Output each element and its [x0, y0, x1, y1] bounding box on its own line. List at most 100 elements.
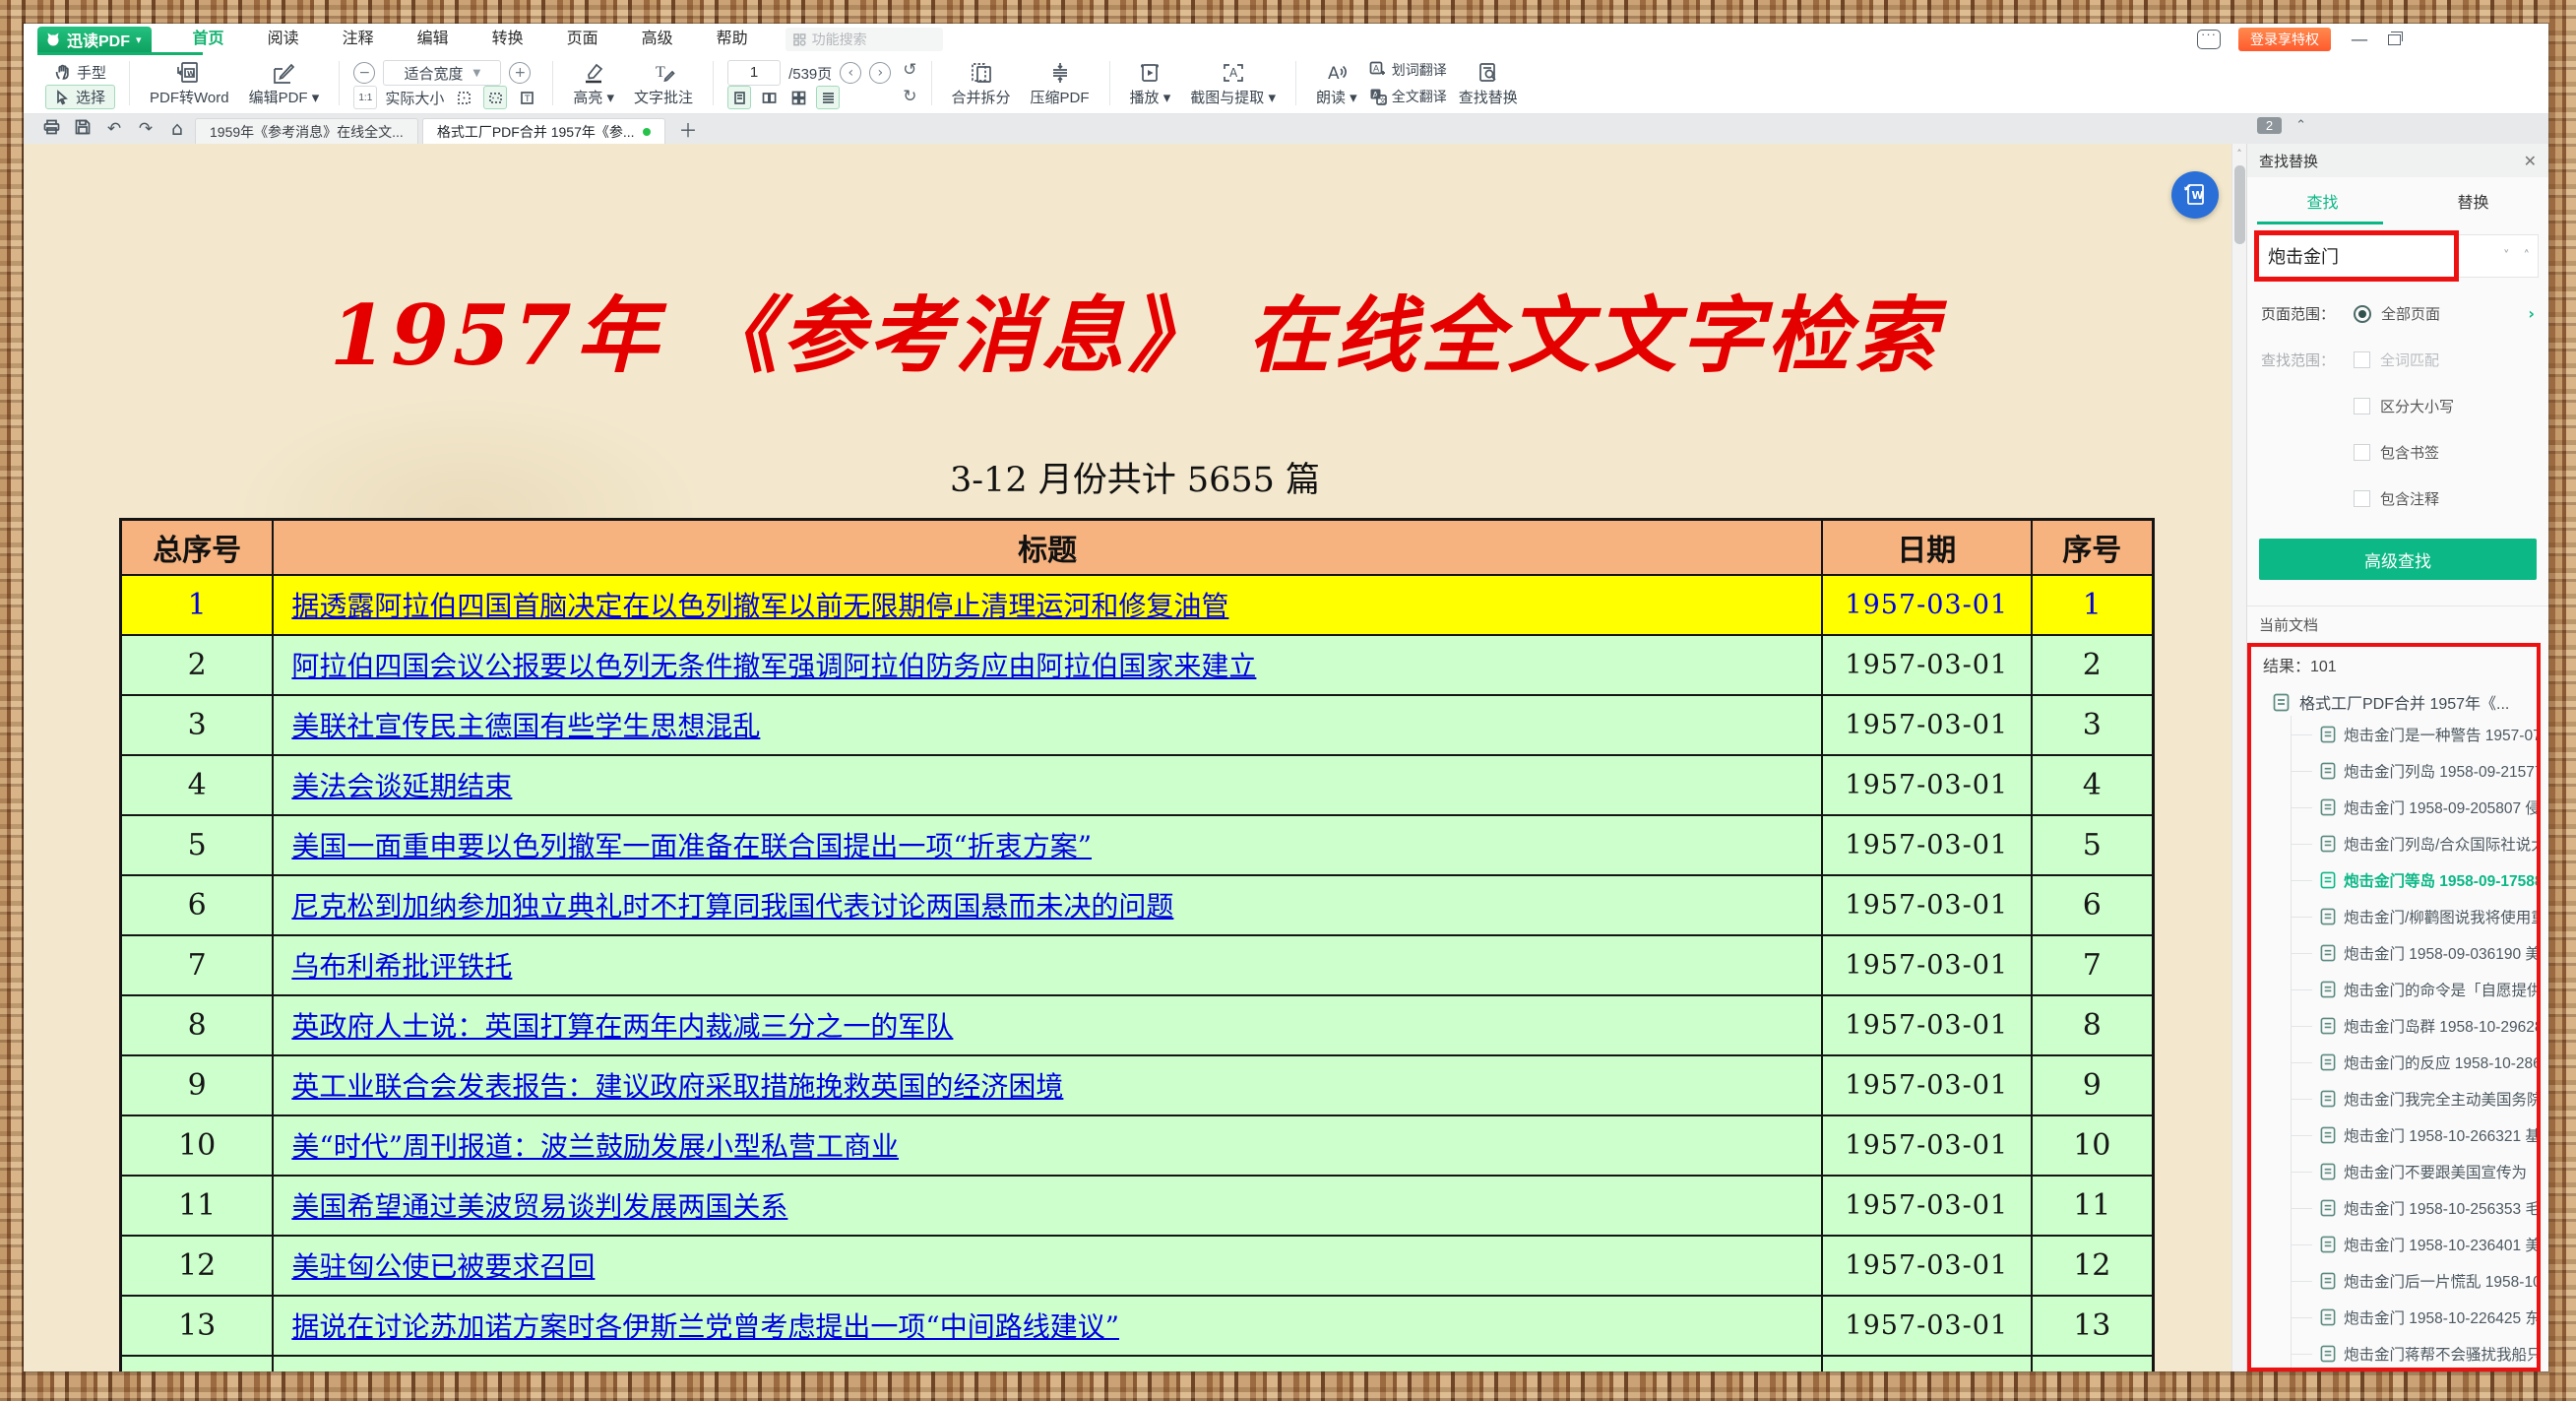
merge-split-button[interactable]: 合并拆分	[942, 57, 1021, 109]
all-pages-radio[interactable]	[2354, 305, 2371, 323]
article-title-link[interactable]: 美国一面重申要以色列撤军一面准备在联合国提出一项“折衷方案”	[291, 830, 1092, 862]
menu-item-页面[interactable]: 页面	[545, 24, 620, 55]
whole-word-checkbox[interactable]	[2354, 351, 2370, 368]
search-result-item[interactable]: 炮击金门 1958-09-036190 美联社报	[2287, 934, 2537, 971]
save-icon[interactable]	[69, 119, 96, 140]
search-result-item[interactable]: 炮击金门 1958-10-236401 美爆炸	[2287, 1226, 2537, 1262]
article-title-link[interactable]: 尼克松到加纳参加独立典礼时不打算同我国代表讨论两国悬而未决的问题	[291, 890, 1173, 923]
search-result-item[interactable]: 炮击金门岛群 1958-10-296288叶公超	[2287, 1007, 2537, 1044]
two-page-view-button[interactable]	[757, 86, 781, 109]
include-bookmarks-checkbox[interactable]	[2354, 444, 2370, 461]
redo-icon[interactable]: ↷	[132, 119, 159, 139]
find-next-icon[interactable]: ˅	[2503, 249, 2510, 264]
hand-tool-button[interactable]: 手型	[45, 60, 115, 85]
article-title-link[interactable]: 阿拉伯四国会议公报要以色列无条件撤军强调阿拉伯防务应由阿拉伯国家来建立	[291, 650, 1256, 682]
result-root-document[interactable]: 格式工厂PDF合并 1957年《...	[2251, 680, 2537, 716]
login-button[interactable]: 登录享特权	[2238, 28, 2331, 51]
text-annotation-button[interactable]: T 文字批注	[624, 57, 703, 109]
search-result-item[interactable]: 炮击金门 1958-09-205807 侵台美军	[2287, 789, 2537, 825]
search-result-item[interactable]: 炮击金门是一种警告 1957-07-16 23	[2287, 716, 2537, 752]
restore-window-button[interactable]	[2388, 34, 2401, 45]
search-result-item[interactable]: 炮击金门 1958-10-226425 东京人士	[2287, 1299, 2537, 1335]
next-page-button[interactable]: ›	[869, 62, 891, 84]
search-input[interactable]: 炮击金门 ˅ ˄	[2257, 234, 2539, 278]
print-icon[interactable]	[37, 119, 65, 140]
word-translate-button[interactable]: A 划词翻译	[1369, 60, 1447, 80]
include-annotations-checkbox[interactable]	[2354, 490, 2370, 507]
menu-item-阅读[interactable]: 阅读	[246, 24, 321, 55]
screenshot-extract-button[interactable]: A 截图与提取 ▾	[1180, 57, 1286, 109]
menu-item-编辑[interactable]: 编辑	[396, 24, 471, 55]
article-title-link[interactable]: 美法会谈延期结束	[291, 770, 512, 802]
menu-item-高级[interactable]: 高级	[620, 24, 695, 55]
search-result-item[interactable]: 炮击金门的反应 1958-10-286308 杉	[2287, 1044, 2537, 1080]
article-title-link[interactable]: 美“时代”周刊报道：波兰鼓励发展小型私营工商业	[291, 1130, 899, 1163]
page-number-input[interactable]: 1	[727, 60, 781, 86]
new-tab-button[interactable]: ＋	[669, 116, 708, 143]
search-result-item-selected[interactable]: 炮击金门等岛 1958-09-175889 美方	[2287, 861, 2537, 898]
actual-size-icon[interactable]: 1:1	[353, 86, 377, 109]
highlight-button[interactable]: 高亮 ▾	[563, 57, 624, 109]
search-result-item[interactable]: 炮击金门 1958-10-256353 毛主席同	[2287, 1189, 2537, 1226]
search-result-item[interactable]: 炮击金门列岛/合众国际社说大担二担	[2287, 825, 2537, 861]
text-select-mode-button[interactable]: T	[515, 86, 538, 109]
rotate-left-button[interactable]: ↺	[903, 60, 916, 80]
zoom-in-button[interactable]: +	[509, 62, 531, 84]
article-title-link[interactable]: 乌布利希批评铁托	[291, 950, 512, 983]
search-result-item[interactable]: 炮击金门我完全主动美国务院恼羞成	[2287, 1080, 2537, 1116]
feedback-chat-icon[interactable]	[2197, 30, 2221, 49]
search-result-item[interactable]: 炮击金门不要跟美国宣传为「侵略」	[2287, 1153, 2537, 1189]
tab-document-1959[interactable]: 1959年《参考消息》在线全文...	[195, 118, 418, 144]
case-sensitive-checkbox[interactable]	[2354, 398, 2370, 414]
read-aloud-button[interactable]: A 朗读 ▾	[1306, 57, 1367, 109]
tab-find[interactable]: 查找	[2247, 189, 2398, 213]
article-title-link[interactable]: 据说在讨论苏加诺方案时各伊斯兰党曾考虑提出一项“中间路线建议”	[291, 1310, 1119, 1343]
document-scrollbar[interactable]: ˄	[2231, 144, 2246, 1371]
article-title-link[interactable]: 美驻匈公使已被要求召回	[291, 1250, 595, 1283]
home-icon[interactable]: ⌂	[163, 118, 191, 140]
article-title-link[interactable]: 美国希望通过美波贸易谈判发展两国关系	[291, 1190, 787, 1223]
select-tool-button[interactable]: 选择	[45, 85, 115, 109]
tab-document-1957-active[interactable]: 格式工厂PDF合并 1957年《参...	[422, 118, 665, 144]
article-title-link[interactable]: 英政府人士说：英国打算在两年内裁减三分之一的军队	[291, 1010, 953, 1043]
pdf-to-word-button[interactable]: W PDF转Word	[140, 57, 239, 109]
menu-item-注释[interactable]: 注释	[321, 24, 396, 55]
menu-item-转换[interactable]: 转换	[471, 24, 545, 55]
continuous-scroll-view-button[interactable]	[816, 86, 840, 109]
menu-item-首页[interactable]: 首页	[171, 24, 246, 55]
edit-pdf-button[interactable]: 编辑PDF ▾	[239, 57, 330, 109]
advanced-search-button[interactable]: 高级查找	[2259, 539, 2537, 580]
collapse-toolbar-icon[interactable]: ⌃	[2295, 118, 2306, 133]
search-result-item[interactable]: 炮击金门后一片慌乱 1958-10-2264	[2287, 1262, 2537, 1299]
zoom-level-select[interactable]: 适合宽度 ▼	[383, 60, 501, 86]
article-title-link[interactable]: 据透露阿拉伯四国首脑决定在以色列撤军以前无限期停止清理运河和修复油管	[291, 590, 1228, 622]
find-replace-button[interactable]: 查找替换	[1449, 57, 1528, 109]
rotate-right-button[interactable]: ↻	[903, 87, 916, 106]
article-title-link[interactable]: 美联社宣传民主德国有些学生思想混乱	[291, 710, 760, 742]
single-page-view-button[interactable]	[727, 86, 751, 109]
close-icon[interactable]: ✕	[2524, 152, 2537, 170]
search-result-item[interactable]: 炮击金门列岛 1958-09-215777 侵台	[2287, 752, 2537, 789]
search-result-item[interactable]: 炮击金门的命令是「自愿提供的情报	[2287, 971, 2537, 1007]
find-previous-icon[interactable]: ˄	[2524, 249, 2531, 264]
search-result-item[interactable]: 炮击金门蒋帮不会骚扰我船只 1958-	[2287, 1335, 2537, 1371]
article-title-link[interactable]: 华盛顿方面对印尼政局的发展感到不安/马尼拉条约组织理事会将讨论印尼局势	[291, 1370, 1237, 1371]
document-viewport[interactable]: 1957年 《参考消息》 在线全文文字检索 3-12 月份共计 5655 篇 总…	[24, 144, 2246, 1371]
expand-page-range-icon[interactable]: ›	[2528, 304, 2535, 323]
previous-page-button[interactable]: ‹	[840, 62, 861, 84]
search-result-item[interactable]: 炮击金门 1958-10-266321 基维特到	[2287, 1116, 2537, 1153]
four-page-view-button[interactable]	[786, 86, 810, 109]
pdf-to-word-floating-button[interactable]: W	[2171, 171, 2219, 219]
tab-replace[interactable]: 替换	[2398, 189, 2548, 213]
scrollbar-thumb[interactable]	[2234, 165, 2245, 244]
fulltext-translate-button[interactable]: A 文 全文翻译	[1369, 87, 1447, 106]
snapshot-mode-button[interactable]	[483, 86, 507, 109]
article-title-link[interactable]: 英工业联合会发表报告：建议政府采取措施挽救英国的经济困境	[291, 1070, 1063, 1103]
compress-pdf-button[interactable]: 压缩PDF	[1021, 57, 1100, 109]
undo-icon[interactable]: ↶	[100, 119, 128, 139]
play-button[interactable]: 播放 ▾	[1120, 57, 1181, 109]
menu-item-帮助[interactable]: 帮助	[695, 24, 770, 55]
search-result-item[interactable]: 炮击金门/柳鹳图说我将使用重型的大	[2287, 898, 2537, 934]
zoom-out-button[interactable]: −	[353, 62, 375, 84]
app-logo-button[interactable]: 迅读PDF ▾	[37, 27, 152, 52]
